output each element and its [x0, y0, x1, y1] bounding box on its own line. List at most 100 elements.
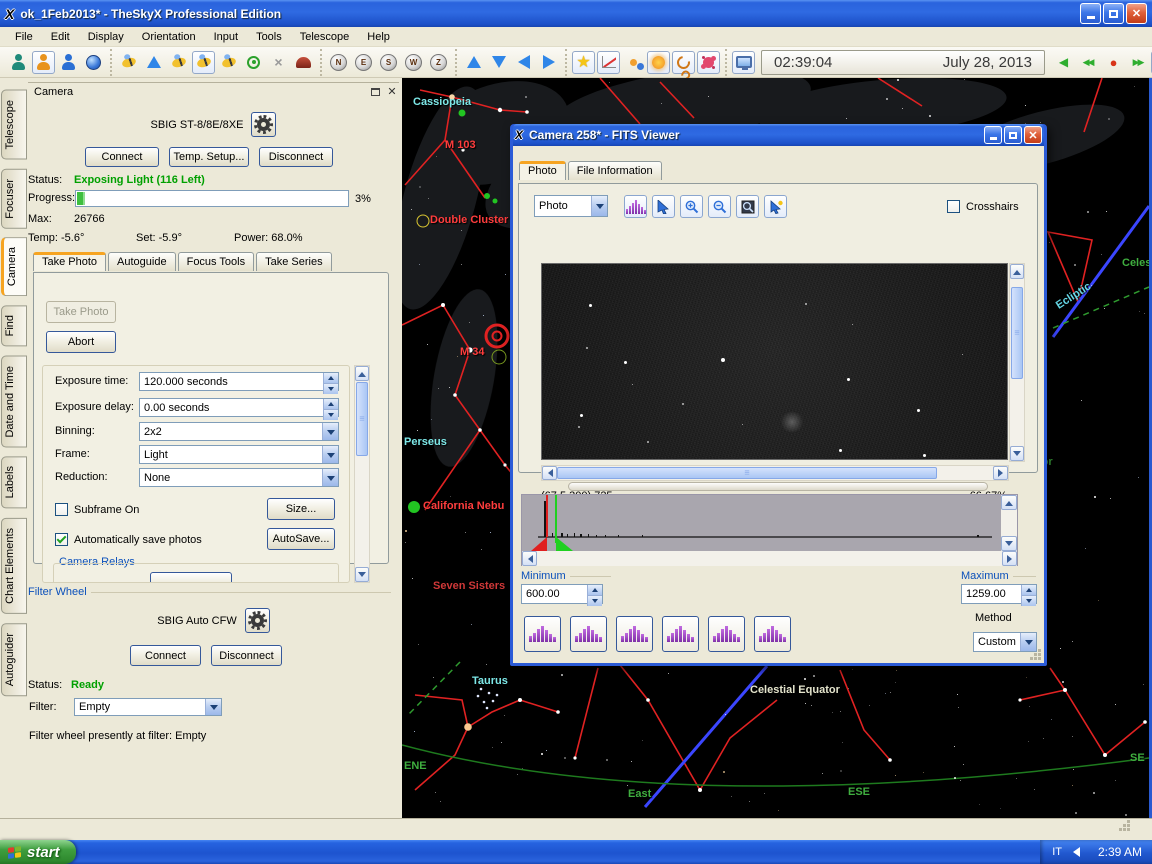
- menu-edit[interactable]: Edit: [42, 28, 79, 46]
- panel-close-icon[interactable]: ✕: [385, 85, 399, 98]
- filter-wheel-connect-button[interactable]: Connect: [130, 645, 201, 666]
- time-skip-display[interactable]: 02:39:04 July 28, 2013: [761, 50, 1045, 75]
- histogram-stretch-6-button[interactable]: [754, 616, 791, 652]
- scroll-left-button[interactable]: [542, 466, 557, 480]
- histogram-tool-button[interactable]: [624, 195, 647, 218]
- sidebar-tab-date-and-time[interactable]: Date and Time: [1, 356, 27, 448]
- scroll-down-button[interactable]: [1001, 536, 1017, 551]
- abort-button[interactable]: Abort: [46, 331, 116, 353]
- filter-wheel-disconnect-button[interactable]: Disconnect: [211, 645, 282, 666]
- bee-lock-icon[interactable]: [217, 51, 240, 74]
- histogram-stretch-4-button[interactable]: [662, 616, 699, 652]
- menu-display[interactable]: Display: [79, 28, 133, 46]
- method-combo[interactable]: Custom: [973, 632, 1037, 652]
- histogram-stretch-3-button[interactable]: [616, 616, 653, 652]
- tray-expand-icon[interactable]: [1068, 847, 1080, 857]
- sidebar-tab-find[interactable]: Find: [1, 305, 27, 346]
- sidebar-tab-camera[interactable]: Camera: [1, 237, 27, 296]
- maximum-spinbox[interactable]: 1259.00: [961, 584, 1037, 604]
- scroll-down-button[interactable]: [355, 567, 369, 582]
- scroll-left-button[interactable]: [522, 551, 537, 566]
- image-horizontal-scrollbar[interactable]: [541, 465, 1009, 481]
- camera-connect-button[interactable]: Connect: [85, 147, 159, 167]
- menu-input[interactable]: Input: [205, 28, 247, 46]
- tab-take-series[interactable]: Take Series: [256, 252, 331, 271]
- arrow-right-icon[interactable]: [537, 51, 560, 74]
- arrow-left-icon[interactable]: [512, 51, 535, 74]
- arrow-up-icon[interactable]: [142, 51, 165, 74]
- menu-help[interactable]: Help: [358, 28, 399, 46]
- fits-image[interactable]: [541, 263, 1008, 460]
- rewind-icon[interactable]: ◀◀: [1076, 51, 1099, 74]
- record-icon[interactable]: ●: [1101, 51, 1124, 74]
- filter-wheel-settings-gear-button[interactable]: [245, 608, 270, 633]
- bee-chart-icon[interactable]: [117, 51, 140, 74]
- bee-down-icon[interactable]: [167, 51, 190, 74]
- zoom-box-tool-button[interactable]: [736, 195, 759, 218]
- splat-icon[interactable]: [697, 51, 720, 74]
- globe-icon[interactable]: [82, 51, 105, 74]
- settings-scrollbar[interactable]: [354, 365, 370, 583]
- sun-icon[interactable]: [647, 51, 670, 74]
- exposure-time-spinbox[interactable]: 120.000 seconds: [139, 372, 339, 391]
- dots-icon[interactable]: [622, 51, 645, 74]
- scroll-down-button[interactable]: [1010, 446, 1024, 461]
- panel-float-icon[interactable]: [368, 85, 382, 98]
- target-icon[interactable]: [242, 51, 265, 74]
- start-button[interactable]: start: [0, 840, 76, 864]
- splitter-handle[interactable]: [568, 482, 988, 491]
- remove-x-icon[interactable]: ×: [267, 51, 290, 74]
- histogram-plot[interactable]: [522, 495, 1001, 551]
- zoom-in-tool-button[interactable]: [680, 195, 703, 218]
- monitor-clock-icon[interactable]: [732, 51, 755, 74]
- close-button[interactable]: ✕: [1126, 3, 1147, 24]
- reduction-combo[interactable]: None: [139, 468, 339, 487]
- tab-autoguide[interactable]: Autoguide: [108, 252, 176, 271]
- figure-teal-icon[interactable]: [7, 51, 30, 74]
- fits-close-button[interactable]: ✕: [1024, 126, 1042, 144]
- bee-icon[interactable]: [192, 51, 215, 74]
- histogram-stretch-1-button[interactable]: [524, 616, 561, 652]
- sidebar-tab-telescope[interactable]: Telescope: [1, 90, 27, 160]
- camera-relays-button[interactable]: [150, 572, 232, 583]
- scroll-up-button[interactable]: [1010, 264, 1024, 279]
- scroll-right-button[interactable]: [993, 466, 1008, 480]
- sidebar-tab-labels[interactable]: Labels: [1, 456, 27, 508]
- sidebar-tab-autoguider[interactable]: Autoguider: [1, 623, 27, 696]
- minimize-button[interactable]: [1080, 3, 1101, 24]
- language-indicator[interactable]: IT: [1052, 846, 1062, 858]
- tab-take-photo[interactable]: Take Photo: [33, 252, 106, 271]
- scroll-up-button[interactable]: [355, 366, 369, 381]
- subframe-checkbox[interactable]: [55, 503, 68, 516]
- chart-line-icon[interactable]: [597, 51, 620, 74]
- fits-viewer-window[interactable]: X Camera 258* - FITS Viewer ✕ PhotoFile …: [510, 124, 1047, 666]
- exposure-delay-spinbox[interactable]: 0.00 seconds: [139, 398, 339, 417]
- menu-file[interactable]: File: [6, 28, 42, 46]
- step-back-icon[interactable]: ◀: [1051, 51, 1074, 74]
- tab-focus-tools[interactable]: Focus Tools: [178, 252, 255, 271]
- camera-disconnect-button[interactable]: Disconnect: [259, 147, 333, 167]
- orb-S-icon[interactable]: S: [377, 51, 400, 74]
- image-vertical-scrollbar[interactable]: [1009, 263, 1025, 462]
- fits-viewer-titlebar[interactable]: X Camera 258* - FITS Viewer ✕: [513, 124, 1044, 146]
- scroll-right-button[interactable]: [1002, 551, 1017, 566]
- crosshairs-checkbox[interactable]: [947, 200, 960, 213]
- menu-telescope[interactable]: Telescope: [291, 28, 359, 46]
- fits-tab-file-information[interactable]: File Information: [568, 161, 662, 180]
- histogram-stretch-5-button[interactable]: [708, 616, 745, 652]
- sidebar-tab-chart-elements[interactable]: Chart Elements: [1, 518, 27, 614]
- camera-settings-gear-button[interactable]: [251, 112, 276, 137]
- histogram-horizontal-scrollbar[interactable]: [522, 551, 1017, 566]
- orb-N-icon[interactable]: N: [327, 51, 350, 74]
- fits-tab-photo[interactable]: Photo: [519, 161, 566, 180]
- subframe-size-button[interactable]: Size...: [267, 498, 335, 520]
- star-chart[interactable]: CassiopeiaM 103Double ClusterM 34Perseus…: [402, 78, 1149, 818]
- cursor-tool-button[interactable]: [652, 195, 675, 218]
- sidebar-tab-focuser[interactable]: Focuser: [1, 169, 27, 229]
- figure-orange-icon[interactable]: [32, 51, 55, 74]
- display-mode-combo[interactable]: Photo: [534, 195, 608, 217]
- filter-select-combo[interactable]: Empty: [74, 698, 222, 716]
- taskbar-clock[interactable]: 2:39 AM: [1098, 845, 1142, 859]
- helmet-icon[interactable]: [292, 51, 315, 74]
- fits-maximize-button[interactable]: [1004, 126, 1022, 144]
